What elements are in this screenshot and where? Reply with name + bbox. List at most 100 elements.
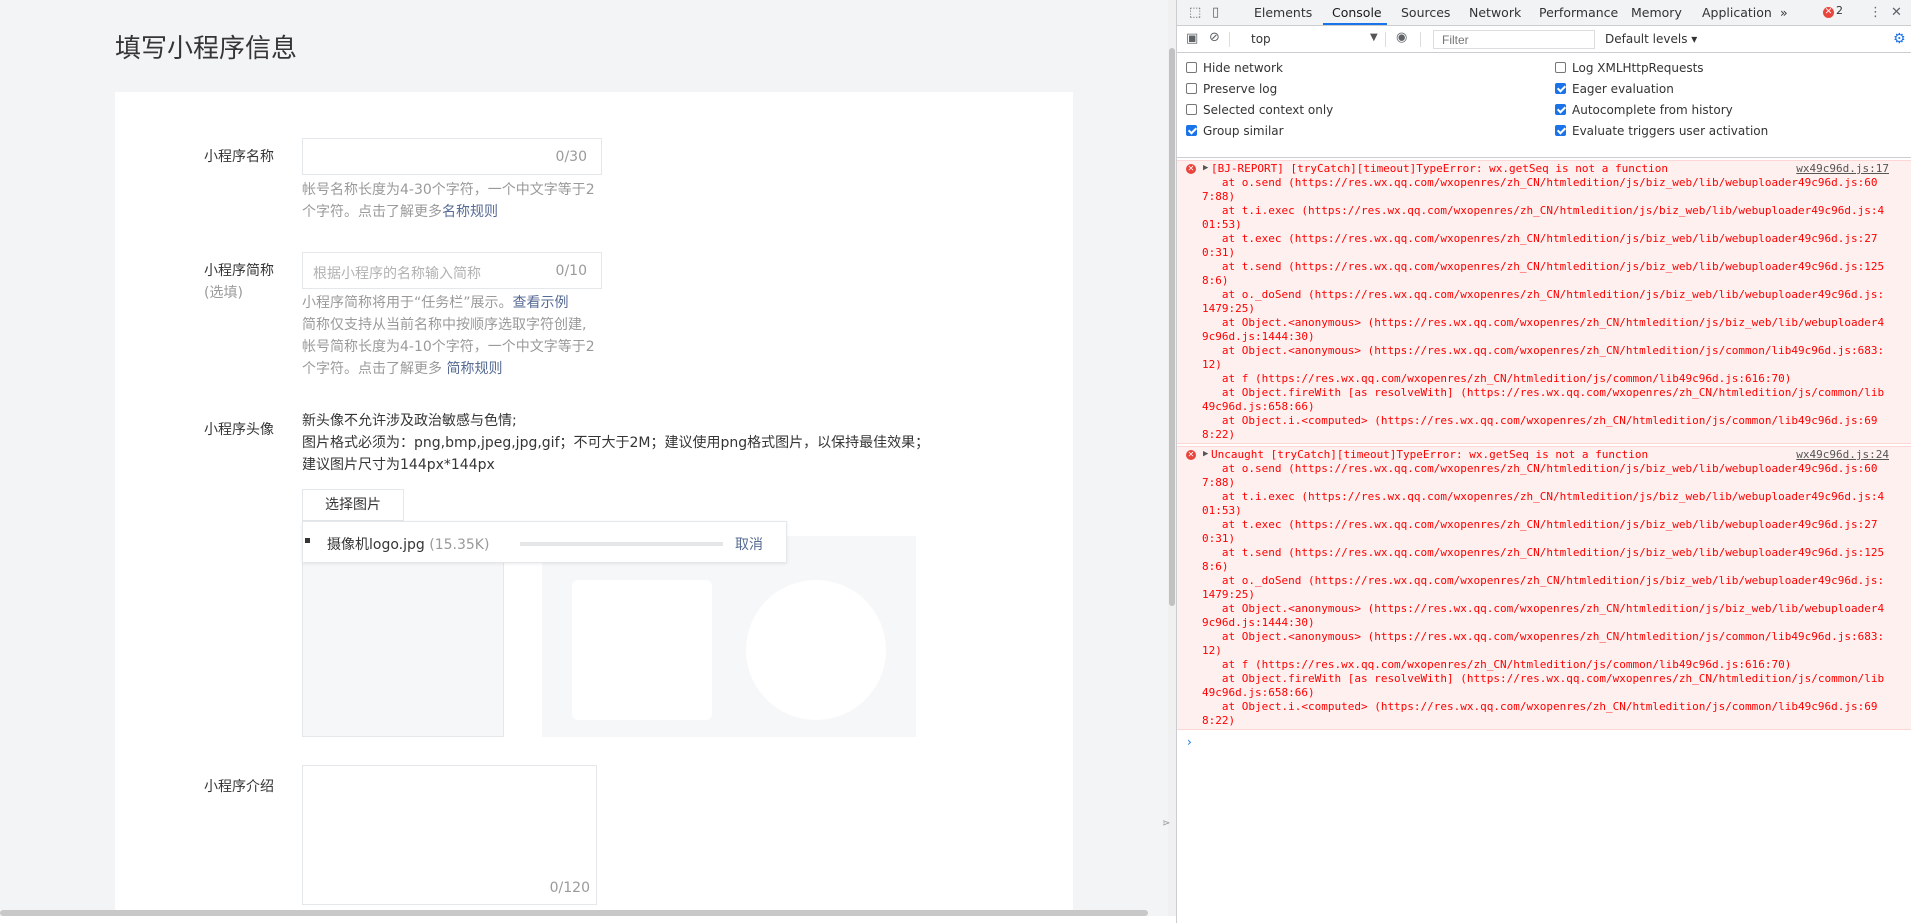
context-selector[interactable]: top (1251, 32, 1271, 46)
resize-handle-icon[interactable]: ⋗ (1162, 818, 1170, 829)
bottom-strip (0, 916, 1176, 923)
expand-triangle-icon[interactable]: ▶ (1203, 447, 1208, 461)
checkbox[interactable] (1186, 83, 1197, 94)
console-toolbar: ▣ ⊘ top ▼ ◉ Default levels ▾ ⚙ (1177, 27, 1911, 53)
opt-eager-eval[interactable]: Eager evaluation (1555, 82, 1674, 96)
tab-application[interactable]: Application (1702, 5, 1772, 20)
opt-label: Hide network (1203, 61, 1283, 75)
opt-selected-context[interactable]: Selected context only (1186, 103, 1333, 117)
opt-label: Eager evaluation (1572, 82, 1674, 96)
intro-counter: 0/120 (549, 880, 590, 896)
name-label: 小程序名称 (204, 149, 274, 165)
short-name-tip: 小程序简称将用于“任务栏”展示。查看示例 简称仅支持从当前名称中按顺序选取字符创… (302, 292, 602, 380)
console-error-message[interactable]: ✕ ▶ [BJ-REPORT] [tryCatch][timeout]TypeE… (1177, 160, 1911, 444)
upload-filename: 摄像机logo.jpg (327, 537, 425, 553)
avatar-label: 小程序头像 (204, 422, 274, 438)
expand-triangle-icon[interactable]: ▶ (1203, 161, 1208, 175)
tab-console[interactable]: Console (1332, 5, 1382, 20)
error-count-badge[interactable]: ✕ 2 (1823, 4, 1843, 18)
opt-autocomplete[interactable]: Autocomplete from history (1555, 103, 1733, 117)
select-image-button[interactable]: 选择图片 (302, 489, 404, 521)
opt-user-activation[interactable]: Evaluate triggers user activation (1555, 124, 1768, 138)
vertical-scrollbar-thumb[interactable] (1169, 48, 1175, 606)
name-tip: 帐号名称长度为4-30个字符，一个中文字等于2个字符。点击了解更多名称规则 (302, 179, 602, 223)
checkbox[interactable] (1555, 62, 1566, 73)
short-name-placeholder: 根据小程序的名称输入简称 (313, 266, 481, 282)
name-counter: 0/30 (555, 149, 587, 165)
short-name-input[interactable]: 根据小程序的名称输入简称 0/10 (302, 252, 602, 289)
short-tip-1: 小程序简称将用于“任务栏”展示。 (302, 295, 513, 311)
short-name-optional: (选填) (204, 285, 243, 301)
avatar-req-1: 新头像不允许涉及政治敏感与色情; (302, 413, 517, 429)
opt-label: Group similar (1203, 124, 1284, 138)
console-settings-gear-icon[interactable]: ⚙ (1893, 31, 1906, 47)
more-tabs-icon[interactable]: » (1780, 5, 1788, 20)
sidebar-toggle-icon[interactable]: ▣ (1186, 31, 1198, 46)
tab-elements[interactable]: Elements (1254, 5, 1312, 20)
opt-hide-network[interactable]: Hide network (1186, 61, 1283, 75)
upload-bullet-icon (305, 538, 310, 543)
error-source-link[interactable]: wx49c96d.js:24 (1796, 448, 1889, 462)
short-name-label: 小程序简称 (204, 263, 274, 279)
short-name-counter: 0/10 (555, 263, 587, 279)
preview-circle (746, 580, 886, 720)
avatar-req-3: 建议图片尺寸为144px*144px (302, 457, 495, 473)
view-example-link[interactable]: 查看示例 (513, 295, 569, 311)
web-page: 填写小程序信息 小程序名称 0/30 帐号名称长度为4-30个字符，一个中文字等… (0, 0, 1176, 923)
opt-log-xhr[interactable]: Log XMLHttpRequests (1555, 61, 1704, 75)
upload-cancel-link[interactable]: 取消 (735, 534, 763, 554)
tab-memory[interactable]: Memory (1631, 5, 1682, 20)
console-settings: Hide network Preserve log Selected conte… (1177, 54, 1911, 158)
upload-filesize: (15.35K) (429, 537, 490, 553)
upload-file: 摄像机logo.jpg (15.35K) (327, 534, 489, 554)
upload-item: 摄像机logo.jpg (15.35K) 取消 (302, 521, 787, 563)
avatar-requirements: 新头像不允许涉及政治敏感与色情; 图片格式必须为：png,bmp,jpeg,jp… (302, 410, 929, 476)
kebab-menu-icon[interactable]: ⋮ (1869, 5, 1882, 20)
checkbox[interactable] (1555, 125, 1566, 136)
checkbox[interactable] (1186, 104, 1197, 115)
opt-label: Preserve log (1203, 82, 1278, 96)
device-toolbar-icon[interactable]: ▯ (1212, 5, 1219, 20)
tab-network[interactable]: Network (1469, 5, 1521, 20)
close-devtools-icon[interactable]: ✕ (1891, 5, 1902, 20)
devtools-tabbar: ⬚ ▯ Elements Console Sources Network Per… (1177, 0, 1911, 26)
opt-label: Evaluate triggers user activation (1572, 124, 1769, 138)
avatar-effect-preview (542, 536, 916, 737)
live-expression-eye-icon[interactable]: ◉ (1396, 30, 1407, 45)
name-rules-link[interactable]: 名称规则 (442, 204, 498, 220)
checkbox[interactable] (1555, 83, 1566, 94)
console-prompt[interactable]: › (1187, 735, 1192, 749)
screen: 填写小程序信息 小程序名称 0/30 帐号名称长度为4-30个字符，一个中文字等… (0, 0, 1911, 923)
toolbar-divider (1420, 32, 1421, 47)
checkbox[interactable] (1555, 104, 1566, 115)
avatar-preview-box (302, 536, 504, 737)
clear-console-icon[interactable]: ⊘ (1209, 30, 1220, 45)
checkbox[interactable] (1186, 62, 1197, 73)
error-head: [BJ-REPORT] [tryCatch][timeout]TypeError… (1211, 162, 1668, 175)
page-title: 填写小程序信息 (115, 34, 298, 64)
devtools-panel: ⬚ ▯ Elements Console Sources Network Per… (1176, 0, 1911, 923)
inspect-element-icon[interactable]: ⬚ (1189, 5, 1201, 20)
console-filter-input[interactable] (1433, 30, 1595, 49)
checkbox[interactable] (1186, 125, 1197, 136)
short-rules-link[interactable]: 简称规则 (446, 361, 502, 377)
error-icon: ✕ (1823, 7, 1834, 18)
opt-group-similar[interactable]: Group similar (1186, 124, 1284, 138)
toolbar-divider (1385, 32, 1386, 47)
intro-textarea[interactable]: 0/120 (302, 765, 597, 905)
toolbar-divider (1229, 32, 1230, 47)
name-input[interactable]: 0/30 (302, 138, 602, 175)
preview-square (572, 580, 712, 720)
error-source-link[interactable]: wx49c96d.js:17 (1796, 162, 1889, 176)
context-dropdown-icon[interactable]: ▼ (1370, 32, 1378, 43)
active-tab-indicator (1323, 23, 1387, 25)
log-levels-dropdown[interactable]: Default levels ▾ (1605, 32, 1697, 46)
tab-performance[interactable]: Performance (1539, 5, 1618, 20)
error-stack: at o.send (https://res.wx.qq.com/wxopenr… (1202, 462, 1885, 727)
console-error-message[interactable]: ✕ ▶ Uncaught [tryCatch][timeout]TypeErro… (1177, 446, 1911, 730)
tab-sources[interactable]: Sources (1401, 5, 1450, 20)
opt-preserve-log[interactable]: Preserve log (1186, 82, 1277, 96)
error-stack: at o.send (https://res.wx.qq.com/wxopenr… (1202, 176, 1885, 441)
opt-label: Autocomplete from history (1572, 103, 1733, 117)
intro-label: 小程序介绍 (204, 779, 274, 795)
